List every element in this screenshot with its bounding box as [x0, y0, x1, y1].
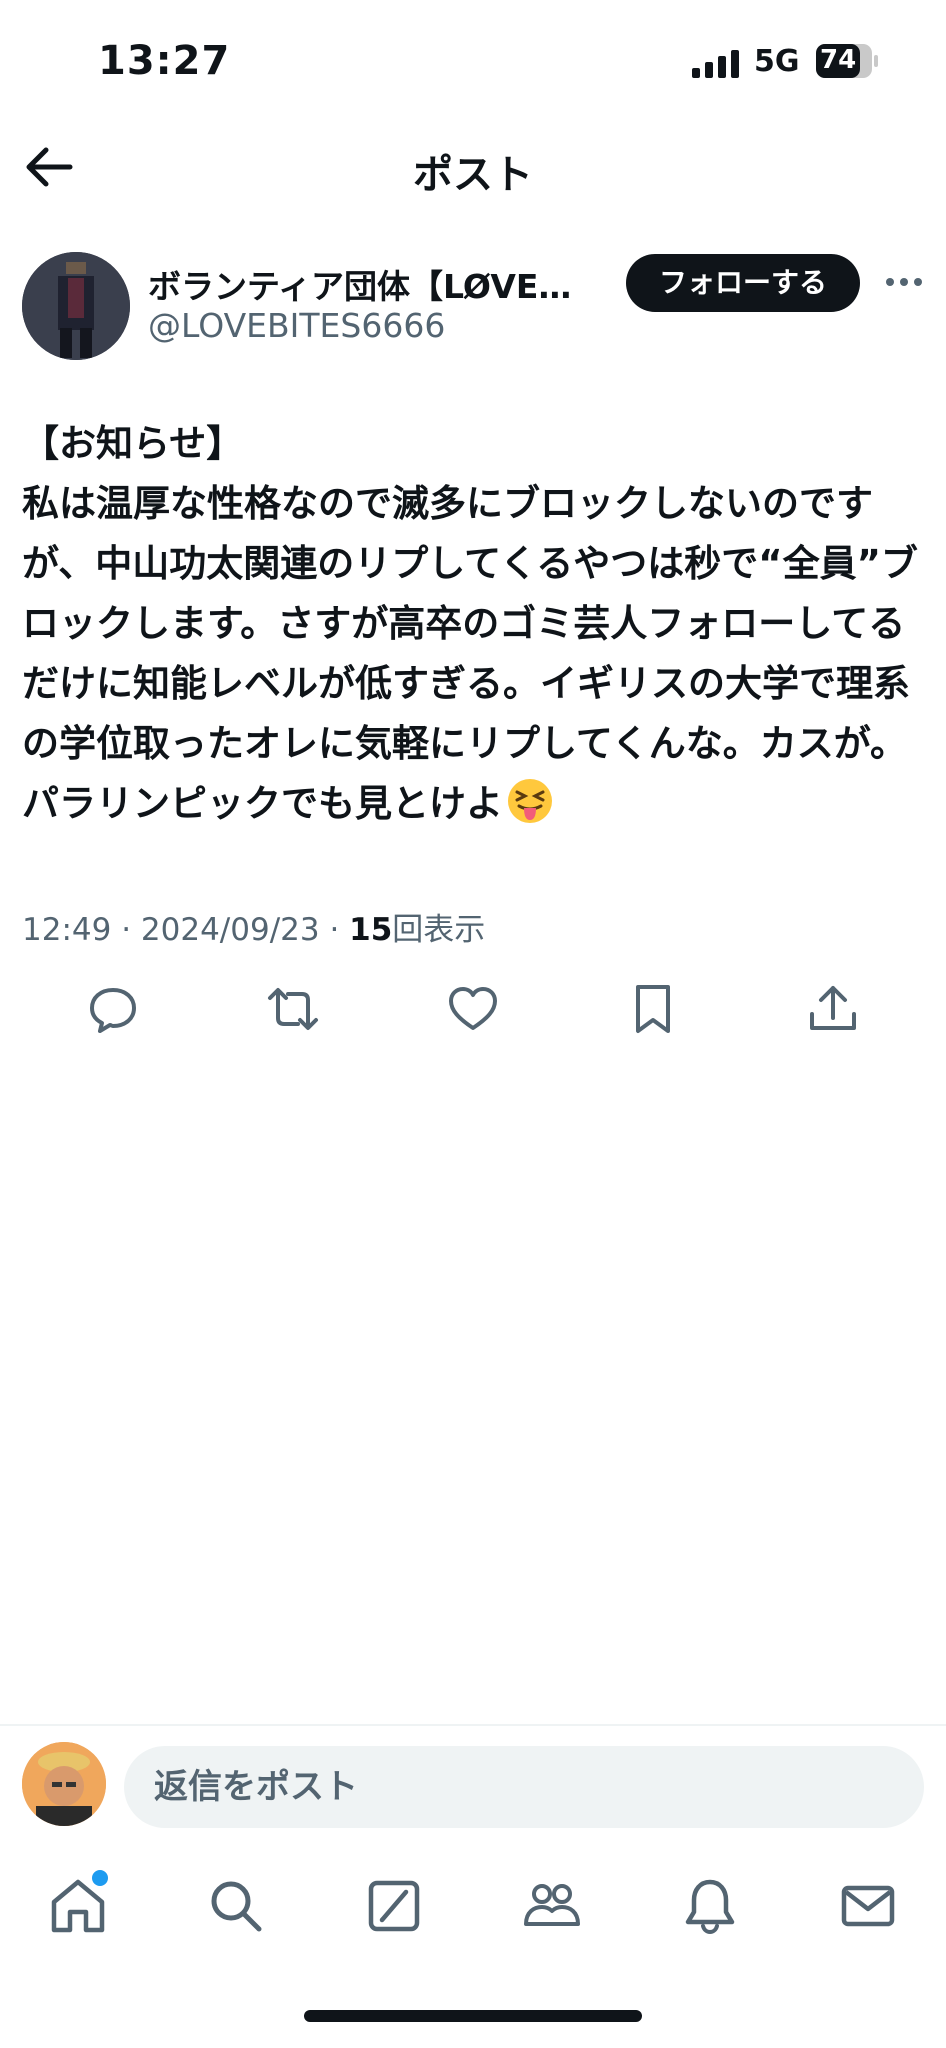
- reply-input[interactable]: [124, 1746, 924, 1828]
- divider: [0, 1724, 946, 1726]
- grok-icon[interactable]: [364, 1876, 424, 1936]
- network-label: 5G: [754, 44, 800, 79]
- repost-icon[interactable]: [266, 982, 320, 1036]
- post-body: 【お知らせ】 私は温厚な性格なので滅多にブロックしないのですが、中山功太関連のリ…: [22, 422, 918, 825]
- reply-icon[interactable]: [86, 982, 140, 1036]
- post-time: 12:49: [22, 912, 112, 948]
- views-count: 15: [349, 912, 393, 948]
- notification-dot: [92, 1870, 108, 1886]
- post-date: 2024/09/23: [140, 912, 320, 948]
- post-meta: 12:49 · 2024/09/23 · 15回表示: [22, 904, 485, 949]
- status-time: 13:27: [98, 38, 231, 84]
- user-avatar[interactable]: [22, 1742, 106, 1826]
- arrow-left-icon[interactable]: [24, 146, 74, 188]
- author-avatar[interactable]: [22, 252, 130, 360]
- post-text: 【お知らせ】 私は温厚な性格なので滅多にブロックしないのですが、中山功太関連のリ…: [22, 414, 934, 834]
- communities-icon[interactable]: [522, 1876, 582, 1936]
- meta-separator: ·: [319, 912, 350, 948]
- meta-separator: ·: [111, 912, 141, 948]
- more-horizontal-icon[interactable]: [884, 270, 924, 294]
- squinting-face-with-tongue-emoji: [508, 779, 552, 823]
- home-indicator: [304, 2010, 642, 2022]
- bookmark-icon[interactable]: [626, 982, 680, 1036]
- share-icon[interactable]: [806, 982, 860, 1036]
- battery-level: 74: [820, 45, 857, 75]
- author-name[interactable]: ボランティア団体【LØVE…: [148, 260, 588, 308]
- search-icon[interactable]: [206, 1876, 266, 1936]
- notifications-icon[interactable]: [680, 1876, 740, 1936]
- follow-button[interactable]: フォローする: [626, 254, 860, 312]
- signal-icon: [692, 50, 739, 78]
- messages-icon[interactable]: [838, 1876, 898, 1936]
- page-title: ポスト: [413, 152, 533, 198]
- like-icon[interactable]: [446, 982, 500, 1036]
- views-label: 回表示: [392, 912, 486, 948]
- author-handle[interactable]: @LOVEBITES6666: [148, 306, 445, 345]
- battery-icon: 74: [816, 44, 878, 78]
